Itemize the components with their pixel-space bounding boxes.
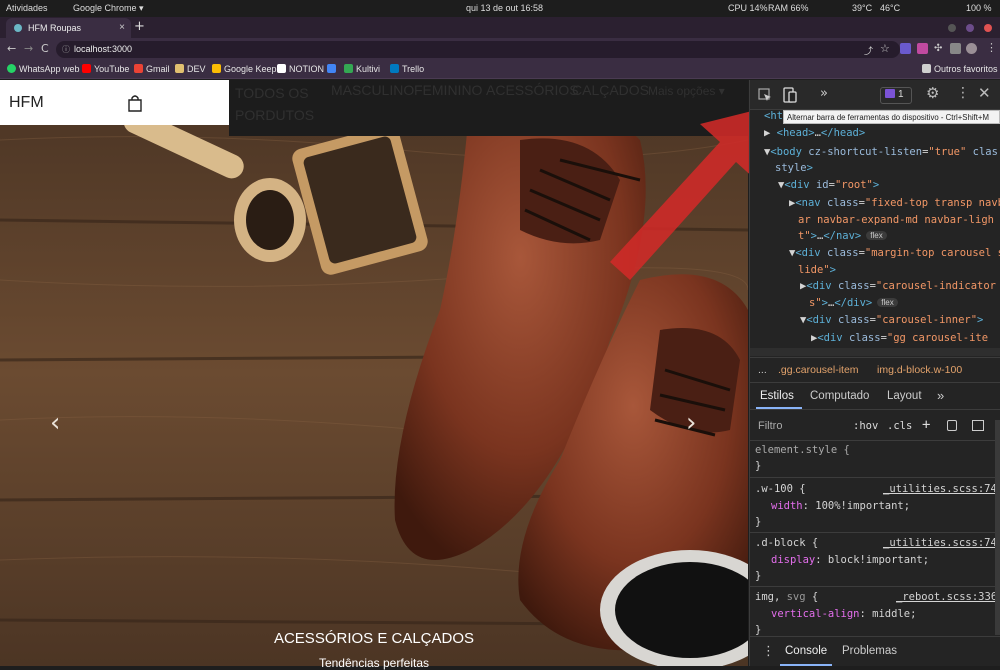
tab-console[interactable]: Console — [785, 645, 827, 657]
youtube-icon — [82, 64, 91, 73]
tab-bar: HFM Roupas × — [0, 17, 1000, 38]
notion-icon — [277, 64, 286, 73]
site-header-brand: HFM — [0, 80, 229, 125]
active-tab-indicator — [756, 407, 802, 409]
tab-more[interactable]: » — [937, 388, 944, 403]
os-top-bar: Atividades Google Chrome ▾ qui 13 de out… — [0, 0, 1000, 17]
gmail-icon — [134, 64, 143, 73]
filter-input[interactable]: Filtro — [758, 420, 782, 432]
whatsapp-icon — [7, 64, 16, 73]
new-tab-button[interactable]: + — [134, 19, 145, 34]
drawer-tabbar: ⋮ Console Problemas — [750, 636, 1000, 666]
breadcrumb-ellipsis[interactable]: ... — [758, 364, 767, 376]
avatar[interactable] — [966, 43, 977, 54]
devtools-panel: » 1 ⚙ ⋮ ✕ <ht ▶ <head>…</head> ▼<body cz… — [749, 80, 1000, 666]
ram-indicator: RAM 66% — [768, 3, 809, 13]
nav-all-products[interactable]: TODOS OS PORDUTOS — [235, 82, 325, 126]
forward-icon[interactable]: → — [24, 42, 33, 55]
browser-tab[interactable]: HFM Roupas × — [6, 18, 131, 38]
menu-icon[interactable]: ⋮ — [986, 41, 997, 54]
temp1-indicator: 39°C — [852, 3, 873, 13]
carousel-next-button[interactable]: › — [686, 408, 696, 438]
star-icon[interactable]: ☆ — [880, 42, 891, 55]
app-menu[interactable]: Google Chrome ▾ — [73, 3, 144, 14]
drawer-menu-icon[interactable]: ⋮ — [762, 644, 775, 659]
device-toolbar-tooltip: Alternar barra de ferramentas do disposi… — [783, 110, 1000, 124]
trello-icon — [390, 64, 399, 73]
share-icon[interactable]: ⤴ — [864, 44, 875, 57]
window-dot-icon[interactable] — [948, 24, 956, 32]
keep-icon — [212, 64, 221, 73]
more-panels-button[interactable]: » — [820, 86, 828, 101]
devtools-menu-icon[interactable]: ⋮ — [956, 85, 970, 101]
bookmark-item[interactable]: WhatsApp web — [7, 64, 80, 74]
bookmark-item[interactable]: YouTube — [82, 64, 129, 74]
toggle-sidebar-icon[interactable] — [972, 420, 984, 431]
back-icon[interactable]: ← — [7, 42, 16, 55]
bookmark-item[interactable] — [327, 64, 339, 74]
battery-indicator: 100 % — [966, 3, 992, 13]
devtools-toolbar: » 1 ⚙ ⋮ ✕ — [750, 80, 1000, 110]
bookmark-item[interactable]: Gmail — [134, 64, 170, 74]
folder-icon — [175, 64, 184, 73]
styles-tabbar: Estilos Computado Layout » — [750, 384, 1000, 410]
bookmark-item[interactable]: Kultivi — [344, 64, 380, 74]
device-toolbar-icon[interactable] — [783, 87, 797, 103]
horizontal-scrollbar[interactable] — [750, 348, 1000, 356]
tab-layout[interactable]: Layout — [887, 390, 922, 402]
address-bar[interactable]: ⓘ localhost:3000 — [56, 41, 900, 58]
tab-close-icon[interactable]: × — [119, 22, 125, 33]
activities-button[interactable]: Atividades — [6, 3, 48, 13]
drive-icon — [327, 64, 336, 73]
breadcrumb-carousel-item[interactable]: .gg.carousel-item — [778, 364, 859, 376]
site-favicon-icon — [14, 24, 22, 32]
nav-women[interactable]: FEMININO — [414, 82, 482, 98]
nav-men[interactable]: MASCULINO — [331, 82, 414, 98]
extension-icon[interactable] — [900, 43, 911, 54]
other-bookmarks[interactable]: Outros favoritos — [922, 64, 998, 74]
carousel-subcaption: Tendências perfeitas — [318, 656, 430, 670]
site-logo[interactable]: HFM — [9, 94, 44, 112]
cls-toggle[interactable]: .cls — [887, 420, 912, 432]
inspect-element-icon[interactable] — [758, 88, 772, 102]
carousel-prev-button[interactable]: ‹ — [50, 408, 60, 438]
shopping-bag-icon[interactable] — [127, 94, 143, 112]
reload-icon[interactable]: C — [41, 42, 49, 55]
tab-styles[interactable]: Estilos — [760, 390, 794, 402]
bookmark-item[interactable]: Google Keep — [212, 64, 277, 74]
nav-accessories[interactable]: ACESSÓRIOS — [486, 82, 579, 98]
breadcrumb: ... .gg.carousel-item img.d-block.w-100 — [750, 357, 1000, 383]
bookmark-item[interactable]: NOTION — [277, 64, 324, 74]
tab-problems[interactable]: Problemas — [842, 645, 897, 657]
styles-scrollbar[interactable] — [995, 420, 1000, 635]
breadcrumb-img[interactable]: img.d-block.w-100 — [877, 364, 962, 376]
folder-icon — [922, 64, 931, 73]
window-close-icon[interactable] — [984, 24, 992, 32]
extension-icon[interactable] — [917, 43, 928, 54]
puzzle-icon[interactable]: ✣ — [934, 43, 945, 54]
issues-badge[interactable]: 1 — [880, 87, 912, 104]
url-text: localhost:3000 — [74, 44, 133, 54]
window-dot-icon[interactable] — [966, 24, 974, 32]
paint-icon[interactable] — [947, 420, 957, 431]
kultivi-icon — [344, 64, 353, 73]
clock[interactable]: qui 13 de out 16:58 — [466, 3, 543, 13]
close-icon[interactable]: ✕ — [978, 84, 991, 102]
sidebar-icon[interactable] — [950, 43, 961, 54]
cpu-indicator: CPU 14% — [728, 3, 768, 13]
temp2-indicator: 46°C — [880, 3, 901, 13]
bookmark-item[interactable]: DEV — [175, 64, 206, 74]
carousel-caption: ACESSÓRIOS E CALÇADOS — [273, 630, 475, 647]
settings-gear-icon[interactable]: ⚙ — [926, 84, 939, 102]
hov-toggle[interactable]: :hov — [853, 420, 878, 432]
info-icon[interactable]: ⓘ — [62, 44, 70, 55]
tab-computed[interactable]: Computado — [810, 390, 869, 402]
styles-filter-bar: Filtro :hov .cls + — [750, 411, 1000, 441]
bookmarks-bar: WhatsApp web YouTube Gmail DEV Google Ke… — [0, 61, 1000, 79]
add-rule-icon[interactable]: + — [922, 417, 930, 433]
chat-icon — [885, 89, 895, 98]
tab-title: HFM Roupas — [28, 23, 82, 33]
bookmark-item[interactable]: Trello — [390, 64, 424, 74]
